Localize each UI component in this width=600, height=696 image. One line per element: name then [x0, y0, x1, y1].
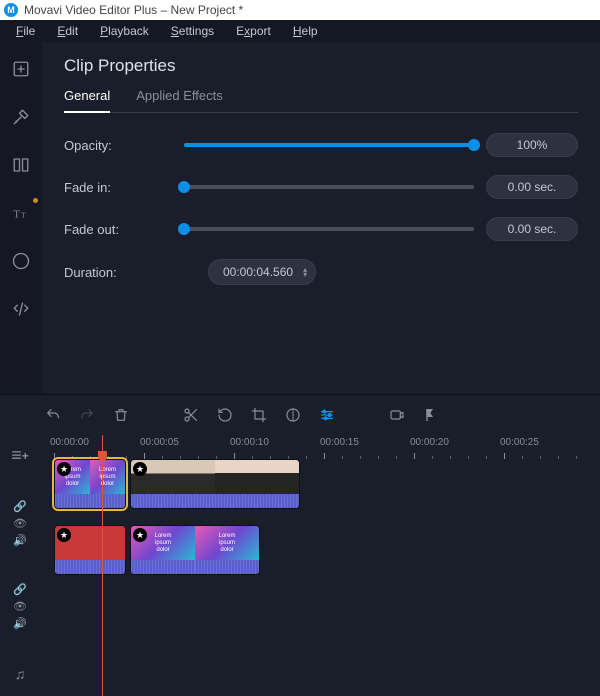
timeline-canvas[interactable]: 00:00:00 00:00:05 00:00:10 00:00:15 00:00:20…	[40, 435, 600, 696]
row-duration: Duration: 00:00:04.560 ▴ ▾	[64, 259, 578, 285]
duration-input[interactable]: 00:00:04.560 ▴ ▾	[208, 259, 316, 285]
rail-more-tools-button[interactable]	[6, 294, 36, 324]
ruler-label: 00:00:00	[50, 437, 89, 448]
timeline-clip[interactable]: LoremipsumdolorLoremipsumdolor★	[130, 525, 260, 575]
timeline-clip[interactable]: LoremipsumdolorLoremipsumdolor★	[54, 459, 126, 509]
video-track-2[interactable]: ★LoremipsumdolorLoremipsumdolor★	[40, 525, 600, 577]
slider-thumb-icon[interactable]	[468, 139, 480, 151]
timeline-ruler[interactable]: 00:00:00 00:00:05 00:00:10 00:00:15 00:00:20…	[40, 435, 600, 459]
track-header-column: ≡+ 🔗 👁 🔊 🔗 👁 🔊 ♫	[0, 435, 40, 696]
add-track-button[interactable]: ≡+	[11, 445, 29, 466]
label-duration: Duration:	[64, 265, 184, 280]
rail-titles-button[interactable]: TT	[6, 198, 36, 228]
panel-title: Clip Properties	[64, 56, 578, 76]
menu-export[interactable]: Export	[226, 22, 281, 40]
ruler-label: 00:00:15	[320, 437, 359, 448]
app-icon: M	[4, 3, 18, 17]
window-titlebar: M Movavi Video Editor Plus – New Project…	[0, 0, 600, 20]
notification-dot-icon	[33, 198, 38, 203]
chevron-down-icon[interactable]: ▾	[303, 272, 307, 277]
star-icon: ★	[57, 528, 71, 542]
timeline-clip[interactable]: ★	[54, 525, 126, 575]
link-icon[interactable]: 🔗	[13, 500, 27, 513]
track2-controls: 🔗 👁 🔊	[13, 583, 27, 630]
record-button[interactable]	[384, 402, 410, 428]
split-button[interactable]	[178, 402, 204, 428]
ruler-label: 00:00:25	[500, 437, 539, 448]
tab-general[interactable]: General	[64, 88, 110, 113]
crop-button[interactable]	[246, 402, 272, 428]
menu-help[interactable]: Help	[283, 22, 328, 40]
delete-button[interactable]	[108, 402, 134, 428]
menu-file[interactable]: File	[6, 22, 45, 40]
rotate-button[interactable]	[212, 402, 238, 428]
marker-button[interactable]	[418, 402, 444, 428]
star-icon: ★	[133, 528, 147, 542]
link-icon[interactable]: 🔗	[13, 583, 27, 596]
row-fade-in: Fade in: 0.00 sec.	[64, 175, 578, 199]
value-opacity[interactable]: 100%	[486, 133, 578, 157]
ruler-label: 00:00:10	[230, 437, 269, 448]
track1-controls: 🔗 👁 🔊	[13, 500, 27, 547]
value-duration: 00:00:04.560	[223, 265, 293, 279]
slider-thumb-icon[interactable]	[178, 223, 190, 235]
eye-icon[interactable]: 👁	[13, 600, 27, 613]
menu-bar: File Edit Playback Settings Export Help	[0, 20, 600, 42]
left-tool-rail: TT	[0, 42, 42, 394]
slider-thumb-icon[interactable]	[178, 181, 190, 193]
slider-opacity[interactable]	[184, 143, 474, 147]
rail-transitions-button[interactable]	[6, 150, 36, 180]
rail-import-button[interactable]	[6, 54, 36, 84]
timeline-section: ≡+ 🔗 👁 🔊 🔗 👁 🔊 ♫ 00:00:00 00:00:05 00:00:1…	[0, 394, 600, 696]
rail-filters-button[interactable]	[6, 102, 36, 132]
svg-text:T: T	[21, 211, 26, 220]
ruler-label: 00:00:20	[410, 437, 449, 448]
row-fade-out: Fade out: 0.00 sec.	[64, 217, 578, 241]
music-track-icon[interactable]: ♫	[15, 666, 26, 682]
video-track-1[interactable]: LoremipsumdolorLoremipsumdolor★★	[40, 459, 600, 511]
timeline-clip[interactable]: ★	[130, 459, 300, 509]
slider-fade-out[interactable]	[184, 227, 474, 231]
row-opacity: Opacity: 100%	[64, 133, 578, 157]
eye-icon[interactable]: 👁	[13, 517, 27, 530]
audio-track[interactable]	[40, 591, 600, 611]
star-icon: ★	[133, 462, 147, 476]
menu-playback[interactable]: Playback	[90, 22, 159, 40]
tab-applied-effects[interactable]: Applied Effects	[136, 88, 222, 112]
speaker-icon[interactable]: 🔊	[13, 534, 27, 547]
duration-spinner[interactable]: ▴ ▾	[303, 267, 307, 277]
slider-fade-in[interactable]	[184, 185, 474, 189]
menu-edit[interactable]: Edit	[47, 22, 88, 40]
star-icon: ★	[57, 462, 71, 476]
menu-settings[interactable]: Settings	[161, 22, 224, 40]
label-fade-out: Fade out:	[64, 222, 184, 237]
window-title: Movavi Video Editor Plus – New Project *	[24, 3, 243, 17]
clip-properties-panel: Clip Properties General Applied Effects …	[42, 42, 600, 394]
svg-text:T: T	[14, 210, 21, 221]
rail-stickers-button[interactable]	[6, 246, 36, 276]
label-fade-in: Fade in:	[64, 180, 184, 195]
redo-button[interactable]	[74, 402, 100, 428]
timeline-toolbar	[0, 395, 600, 435]
speaker-icon[interactable]: 🔊	[13, 617, 27, 630]
panel-tabs: General Applied Effects	[64, 88, 578, 113]
playhead[interactable]	[102, 435, 103, 696]
value-fade-out[interactable]: 0.00 sec.	[486, 217, 578, 241]
undo-button[interactable]	[40, 402, 66, 428]
label-opacity: Opacity:	[64, 138, 184, 153]
value-fade-in[interactable]: 0.00 sec.	[486, 175, 578, 199]
color-adjust-button[interactable]	[280, 402, 306, 428]
clip-properties-button[interactable]	[314, 402, 340, 428]
ruler-label: 00:00:05	[140, 437, 179, 448]
